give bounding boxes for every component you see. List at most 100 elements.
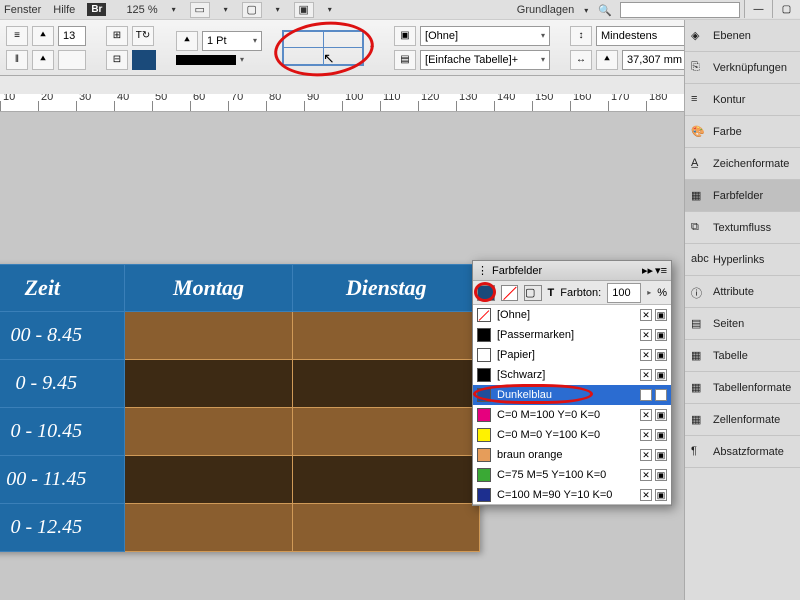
rotate-icon[interactable]: T↻ [132,26,154,46]
dock-panel-kontur[interactable]: ≡Kontur [685,84,800,116]
rows-icon[interactable]: ≡ [6,26,28,46]
search-input[interactable] [620,2,740,18]
dock-panel-ebenen[interactable]: ◈Ebenen [685,20,800,52]
height-mode-icon[interactable]: ↕ [570,26,592,46]
timetable[interactable]: ZeitMontagDienstag 00 - 8.450 - 9.450 - … [0,264,480,552]
panel-menu-icon[interactable]: ▾≡ [655,264,667,277]
swatch-item[interactable]: C=0 M=100 Y=0 K=0✕▣ [473,405,671,425]
bridge-button[interactable]: Br [87,3,106,16]
stroke-color-select[interactable]: [Ohne]▾ [420,26,550,46]
table-style-select[interactable]: [Einfache Tabelle]+▾ [420,50,550,70]
view-mode-icon[interactable]: ▭ [190,2,210,18]
swatch-color-icon [477,468,491,482]
menu-fenster[interactable]: Fenster [4,4,41,16]
table-cell[interactable] [124,312,293,360]
panel-icon: 🎨 [691,125,707,139]
swatch-item[interactable]: braun orange✕▣ [473,445,671,465]
dock-panel-tabellenformate[interactable]: ▦Tabellenformate [685,372,800,404]
dock-panel-absatzformate[interactable]: ¶Absatzformate [685,436,800,468]
cols-stepper[interactable]: ⯅ [32,50,54,70]
table-header[interactable]: Montag [124,265,293,312]
swatch-item[interactable]: C=0 M=0 Y=100 K=0✕▣ [473,425,671,445]
dock-label: Verknüpfungen [713,62,787,74]
table-cell[interactable] [124,456,293,504]
swatch-item[interactable]: C=75 M=5 Y=100 K=0✕▣ [473,465,671,485]
swatches-panel-title[interactable]: Farbfelder [492,265,542,277]
panel-grip-icon[interactable]: ⋮ [477,264,488,277]
menu-hilfe[interactable]: Hilfe [53,4,75,16]
fill-swatch[interactable] [132,50,156,70]
panel-collapse-icon[interactable]: ▸▸ [642,264,653,277]
dock-panel-zellenformate[interactable]: ▦Zellenformate [685,404,800,436]
fill-toggle[interactable] [477,285,495,301]
table-cell[interactable] [124,360,293,408]
swatch-item[interactable]: [Papier]✕▣ [473,345,671,365]
dock-panel-farbe[interactable]: 🎨Farbe [685,116,800,148]
swatch-item[interactable]: [Schwarz]✕▣ [473,365,671,385]
panel-icon: ⎘ [691,61,707,75]
dock-panel-attribute[interactable]: ⓘAttribute [685,276,800,308]
table-cell[interactable] [124,408,293,456]
stroke-weight-stepper[interactable]: ⯅ [176,31,198,51]
dock-label: Tabellenformate [713,382,791,394]
stroke-toggle[interactable] [501,285,519,301]
swatch-item[interactable]: [Ohne]✕▣ [473,305,671,325]
table-style-icon[interactable]: ▤ [394,50,416,70]
chevron-down-icon[interactable]: ▾ [172,5,176,14]
swatch-item[interactable]: Dunkelblau✕▣ [473,385,671,405]
time-cell[interactable]: 0 - 10.45 [0,408,124,456]
panel-icon: ▦ [691,349,707,363]
arrange-icon[interactable]: ▢ [242,2,262,18]
tint-input[interactable] [607,283,641,303]
container-icon[interactable]: ▢ [524,285,542,301]
panel-icon: ▤ [691,317,707,331]
table-header[interactable]: Zeit [0,265,124,312]
table-cell[interactable] [293,312,480,360]
swatch-name: C=100 M=90 Y=10 K=0 [497,489,612,501]
dock-label: Seiten [713,318,744,330]
time-cell[interactable]: 00 - 11.45 [0,456,124,504]
time-cell[interactable]: 0 - 9.45 [0,360,124,408]
rows-input[interactable] [58,26,86,46]
workspace-select[interactable]: Grundlagen [517,4,575,16]
swatch-item[interactable]: [Passermarken]✕▣ [473,325,671,345]
table-cell[interactable] [293,456,480,504]
height-mode-select[interactable]: Mindestens▾ [596,26,696,46]
dock-label: Attribute [713,286,754,298]
table-cell[interactable] [124,504,293,552]
window-minimize[interactable]: — [744,0,772,18]
horizontal-ruler: 1020304050607080901001101201301401501601… [0,94,684,112]
cols-value[interactable] [58,50,86,70]
dock-panel-tabelle[interactable]: ▦Tabelle [685,340,800,372]
dock-panel-textumfluss[interactable]: ⧉Textumfluss [685,212,800,244]
table-cell[interactable] [293,504,480,552]
width-stepper[interactable]: ⯅ [596,50,618,70]
time-cell[interactable]: 0 - 12.45 [0,504,124,552]
swatch-color-icon [477,428,491,442]
cell-border-proxy[interactable]: ↖ [282,30,364,66]
swatch-color-icon [477,368,491,382]
stroke-color-icon[interactable]: ▣ [394,26,416,46]
window-maximize[interactable]: ▢ [772,0,800,18]
stroke-weight[interactable]: 1 Pt▾ [202,31,262,51]
swatch-item[interactable]: C=100 M=90 Y=10 K=0✕▣ [473,485,671,505]
dock-panel-seiten[interactable]: ▤ Seiten [685,308,800,340]
table-cell[interactable] [293,408,480,456]
split-icon[interactable]: ⊟ [106,50,128,70]
merge-icon[interactable]: ⊞ [106,26,128,46]
table-cell[interactable] [293,360,480,408]
stroke-style[interactable] [176,55,236,65]
table-header[interactable]: Dienstag [293,265,480,312]
dock-panel-verknüpfungen[interactable]: ⎘ Verknüpfungen [685,52,800,84]
dock-panel-hyperlinks[interactable]: abcHyperlinks [685,244,800,276]
rows-stepper[interactable]: ⯅ [32,26,54,46]
dock-panel-farbfelder[interactable]: ▦Farbfelder [685,180,800,212]
dock-panel-zeichenformate[interactable]: A̲Zeichenformate [685,148,800,180]
zoom-level[interactable]: 125 % [126,4,157,16]
width-icon[interactable]: ↔ [570,50,592,70]
cols-icon[interactable]: ‖ [6,50,28,70]
text-fill-icon[interactable]: T [548,287,555,299]
width-input[interactable] [622,50,692,70]
time-cell[interactable]: 00 - 8.45 [0,312,124,360]
screen-icon[interactable]: ▣ [294,2,314,18]
